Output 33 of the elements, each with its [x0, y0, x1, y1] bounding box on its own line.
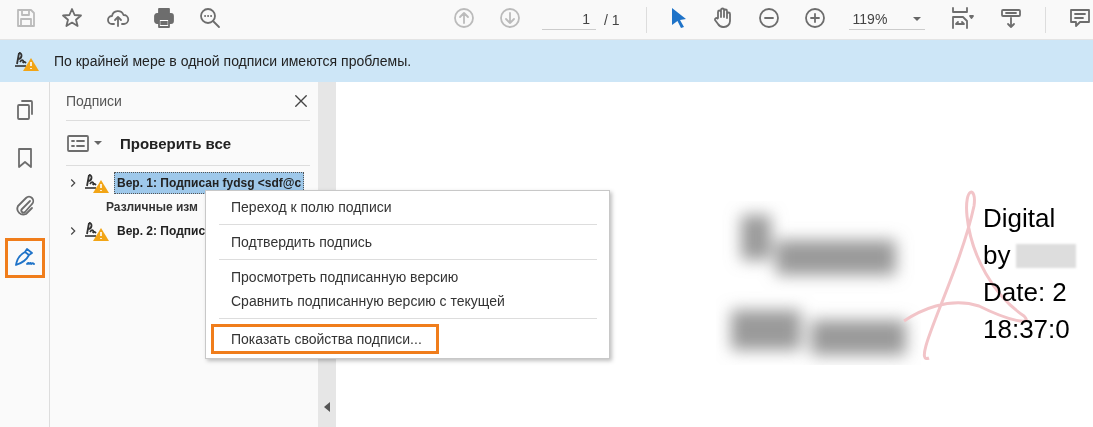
- collapse-arrow-icon[interactable]: [323, 401, 331, 413]
- warning-message: По крайней мере в одной подписи имеются проблемы.: [54, 53, 412, 69]
- signature-text: Digital: [983, 202, 1057, 235]
- signature-warning-icon: [84, 220, 110, 242]
- sidebar-tool-button[interactable]: [4, 238, 45, 278]
- menu-item[interactable]: Подтвердить подпись: [206, 230, 383, 254]
- signature-tree-item[interactable]: Вер. 2: Подпис: [114, 220, 209, 242]
- redacted-bar: [1016, 243, 1077, 268]
- page-number-field[interactable]: 1: [542, 9, 596, 30]
- search-icon[interactable]: [198, 6, 222, 30]
- signature-text: Date: 2: [983, 276, 1068, 309]
- page-total: / 1: [604, 11, 620, 28]
- signature-warning-icon: [84, 172, 110, 194]
- signature-warning-icon: [14, 50, 40, 72]
- comment-icon[interactable]: [1067, 6, 1092, 30]
- signature-text: by: [983, 239, 1011, 272]
- verify-all-button[interactable]: Проверить все: [120, 134, 232, 152]
- signature-text: 18:37:0: [983, 313, 1071, 346]
- menu-item[interactable]: Сравнить подписанную версию с текущей: [206, 289, 515, 313]
- close-button[interactable]: [292, 92, 310, 110]
- menu-item[interactable]: Переход к полю подписи: [206, 195, 402, 219]
- download-tray-icon[interactable]: [998, 6, 1023, 30]
- menu-item[interactable]: Показать свойства подписи...: [211, 324, 439, 354]
- print-icon[interactable]: [152, 6, 176, 30]
- panel-title: Подписи: [66, 93, 122, 109]
- zoom-out-icon[interactable]: [756, 6, 781, 30]
- zoom-in-icon[interactable]: [802, 6, 827, 30]
- star-icon[interactable]: [60, 6, 84, 30]
- signature-tree-item[interactable]: Вер. 1: Подписан fydsg <sdf@c: [114, 172, 305, 194]
- menu-item[interactable]: Просмотреть подписанную версию: [206, 265, 469, 289]
- signature-detail: Различные изм: [106, 200, 198, 214]
- close-icon: [292, 92, 310, 110]
- zoom-dropdown[interactable]: 119%: [848, 9, 925, 30]
